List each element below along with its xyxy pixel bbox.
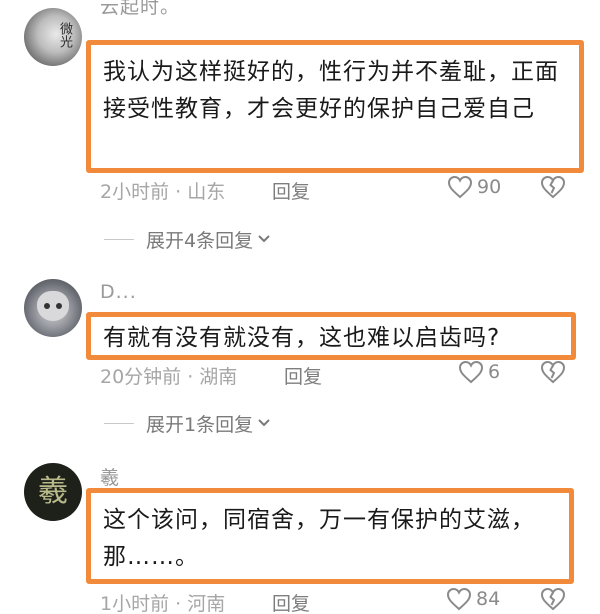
comment-highlight-box: 这个该问，同宿舍，万一有保护的艾滋，那……。 [86,488,574,584]
like-count: 90 [477,176,502,198]
reply-button[interactable]: 回复 [284,362,322,389]
expand-label: 展开4条回复 [146,229,254,252]
avatar-eye [44,303,50,309]
like-button[interactable]: 6 [458,360,500,384]
expand-replies[interactable]: 展开4条回复 [104,226,271,252]
broken-heart-icon [540,587,566,611]
comment-text: 有就有没有就没有，这也难以启齿吗? [103,325,501,351]
broken-heart-icon [540,360,566,384]
divider-line [104,422,134,424]
heart-icon [447,175,473,199]
like-button[interactable]: 84 [446,587,500,611]
like-count: 6 [488,361,501,383]
avatar[interactable] [24,279,82,337]
username[interactable]: 羲 [100,463,120,490]
heart-icon [446,587,472,611]
dislike-button[interactable] [540,175,566,204]
time-location: 20分钟前 · 湖南 [100,366,238,388]
dislike-button[interactable] [540,360,566,389]
comment-highlight-box: 我认为这样挺好的，性行为并不羞耻，正面接受性教育，才会更好的保护自己爱自己 [86,40,584,173]
avatar[interactable]: 微光 [24,8,82,66]
reply-button[interactable]: 回复 [272,177,310,204]
comment-text: 我认为这样挺好的，性行为并不羞耻，正面接受性教育，才会更好的保护自己爱自己 [103,59,559,122]
avatar-glyph: 微光 [57,22,72,48]
chevron-down-icon [258,419,270,427]
avatar-glyph: 羲 [38,474,68,509]
comment-highlight-box: 有就有没有就没有，这也难以启齿吗? [86,312,576,360]
expand-replies[interactable]: 展开1条回复 [104,410,271,436]
broken-heart-icon [540,175,566,199]
comment-meta: 1小时前 · 河南 回复 84 [100,587,590,614]
heart-icon [458,360,484,384]
comment-text: 这个该问，同宿舍，万一有保护的艾滋，那……。 [103,507,535,570]
expand-label: 展开1条回复 [146,413,254,436]
dislike-button[interactable] [540,587,566,614]
time-location: 1小时前 · 河南 [100,593,226,614]
divider-line [104,238,134,240]
time-location: 2小时前 · 山东 [100,181,226,203]
avatar[interactable]: 羲 [24,463,82,521]
chevron-down-icon [258,235,270,243]
comment-meta: 2小时前 · 山东 回复 90 [100,175,590,204]
comment-meta: 20分钟前 · 湖南 回复 6 [100,360,590,389]
username[interactable]: D... [100,281,137,303]
username[interactable]: 云起时。 [100,0,180,19]
avatar-face [37,291,69,321]
like-button[interactable]: 90 [447,175,501,199]
like-count: 84 [476,588,501,610]
avatar-eye [56,303,62,309]
reply-button[interactable]: 回复 [272,589,310,614]
